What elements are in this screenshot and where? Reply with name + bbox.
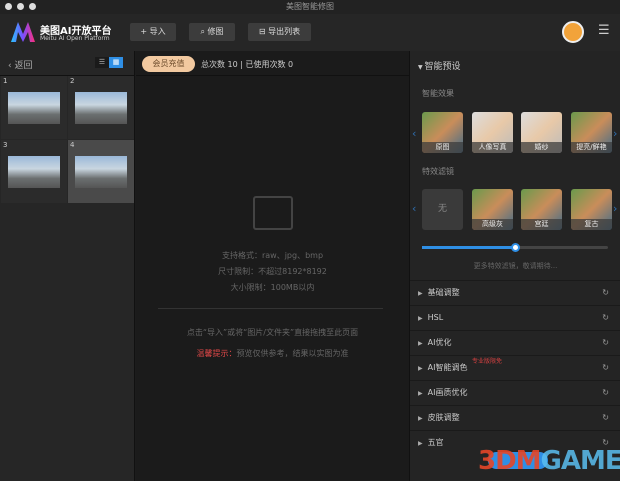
warning-label: 温馨提示： [196,349,237,358]
caret-right-icon: ▶ [418,440,423,447]
section-5[interactable]: ▶ 皮肤调整 ↻ [410,405,620,429]
reset-icon[interactable]: ↻ [602,306,609,330]
effect-card[interactable]: 原图 [422,112,463,153]
avatar[interactable] [562,21,584,43]
dimension-info: 尺寸限制：不超过8192*8192 [218,267,327,276]
reset-icon[interactable]: ↻ [602,406,609,430]
thumbnail-item[interactable]: 1 [1,76,67,139]
thumbnail-image [8,156,60,188]
filter-card[interactable]: 高级灰 [472,189,513,230]
effect-card[interactable]: 人像写真 [472,112,513,153]
drop-area[interactable]: 会员充值 总次数 10 | 已使用次数 0 支持格式：raw、jpg、bmp 尺… [136,51,409,481]
adjust-panel: ▼ 智能预设 智能效果 ‹ 原图 人像写真 婚纱 提亮/鲜艳 › 特效滤镜 ‹ … [409,51,620,481]
vip-recharge-button[interactable]: 会员充值 [142,56,195,72]
caret-right-icon: ▶ [418,390,423,397]
minimize-button[interactable] [17,3,24,10]
thumbnail-image [8,92,60,124]
slider-handle[interactable] [511,243,520,252]
smart-preset-header[interactable]: ▼ 智能预设 [418,59,461,72]
caret-right-icon: ▶ [418,365,423,372]
thumbnail-image [75,156,127,188]
chevron-right-icon[interactable]: › [613,202,617,215]
effect-card[interactable]: 提亮/鲜艳 [571,112,612,153]
brand-subtitle: Meitu AI Open Platform [40,35,110,42]
chevron-right-icon[interactable]: › [613,127,617,140]
thumbnail-panel: ‹ 返回 ☰ ▦ 1 2 3 4 [0,51,135,481]
back-button[interactable]: ‹ 返回 [8,58,32,71]
thumbnail-number: 3 [3,141,8,149]
window-controls[interactable] [5,3,36,10]
section-label: AI智能调色 [427,363,468,372]
thumbnail-number: 1 [3,77,8,85]
title-bar: 美图智能修图 [0,0,620,14]
chevron-left-icon[interactable]: ‹ [412,127,416,140]
filter-card-none[interactable]: 无 [422,189,463,230]
effects-label: 智能效果 [422,89,454,98]
section-1[interactable]: ▶ HSL ↻ [410,305,620,329]
section-label: 皮肤调整 [427,413,460,422]
import-button[interactable]: + 导入 [130,23,176,41]
meitu-logo-icon [11,22,35,42]
thumbnail-item-selected[interactable]: 4 [68,140,134,203]
caret-right-icon: ▶ [418,315,423,322]
caret-right-icon: ▶ [418,340,423,347]
thumbnail-image [75,92,127,124]
caret-right-icon: ▶ [418,415,423,422]
warning-tip: 温馨提示：预览仅供参考，结果以实图为准 [136,348,409,359]
hamburger-icon[interactable]: ☰ [598,24,610,38]
filter-card[interactable]: 复古 [571,189,612,230]
section-label: 基础调整 [427,288,460,297]
grid-view-toggle[interactable]: ▦ [109,57,123,68]
window-title: 美图智能修图 [286,2,334,11]
section-label: AI画质优化 [427,388,468,397]
filesize-info: 大小限制：100MB以内 [230,283,315,292]
effect-card[interactable]: 婚纱 [521,112,562,153]
usage-count: 总次数 10 | 已使用次数 0 [201,60,294,69]
retouch-button[interactable]: ⌕ 修图 [189,23,235,41]
section-label: HSL [427,313,444,322]
section-3[interactable]: ▶ AI智能调色 专业版限免 ↻ [410,355,620,379]
header: 美图AI开放平台 Meitu AI Open Platform + 导入 ⌕ 修… [0,14,620,51]
filters-label: 特效滤镜 [422,167,454,176]
chevron-left-icon[interactable]: ‹ [412,202,416,215]
warning-text: 预览仅供参考，结果以实图为准 [236,349,349,358]
reset-icon[interactable]: ↻ [602,356,609,380]
thumbnail-number: 2 [70,77,75,85]
reset-icon[interactable]: ↻ [602,331,609,355]
thumbnail-number: 4 [70,141,75,149]
reset-icon[interactable]: ↻ [602,281,609,305]
pro-badge: 专业版限免 [472,358,503,365]
thumbnail-item[interactable]: 2 [68,76,134,139]
section-label: 五官 [427,438,444,447]
thumbnail-item[interactable]: 3 [1,140,67,203]
watermark: 3DMGAME [478,446,620,476]
section-0[interactable]: ▶ 基础调整 ↻ [410,280,620,304]
reset-icon[interactable]: ↻ [602,381,609,405]
caret-right-icon: ▶ [418,290,423,297]
filter-card[interactable]: 宫廷 [521,189,562,230]
maximize-button[interactable] [29,3,36,10]
image-placeholder-icon [253,196,293,230]
list-view-toggle[interactable]: ☰ [95,57,109,68]
section-label: AI优化 [427,338,452,347]
section-4[interactable]: ▶ AI画质优化 ↻ [410,380,620,404]
format-info: 支持格式：raw、jpg、bmp [221,251,324,260]
section-2[interactable]: ▶ AI优化 ↻ [410,330,620,354]
more-filters-hint: 更多特效滤镜，敬请期待... [473,262,558,270]
close-button[interactable] [5,3,12,10]
drop-hint: 点击“导入”或将“图片/文件夹”直接拖拽至此页面 [186,328,359,337]
divider [158,308,383,309]
filter-strength-slider[interactable] [422,243,608,252]
export-list-button[interactable]: ⊟ 导出列表 [248,23,311,41]
